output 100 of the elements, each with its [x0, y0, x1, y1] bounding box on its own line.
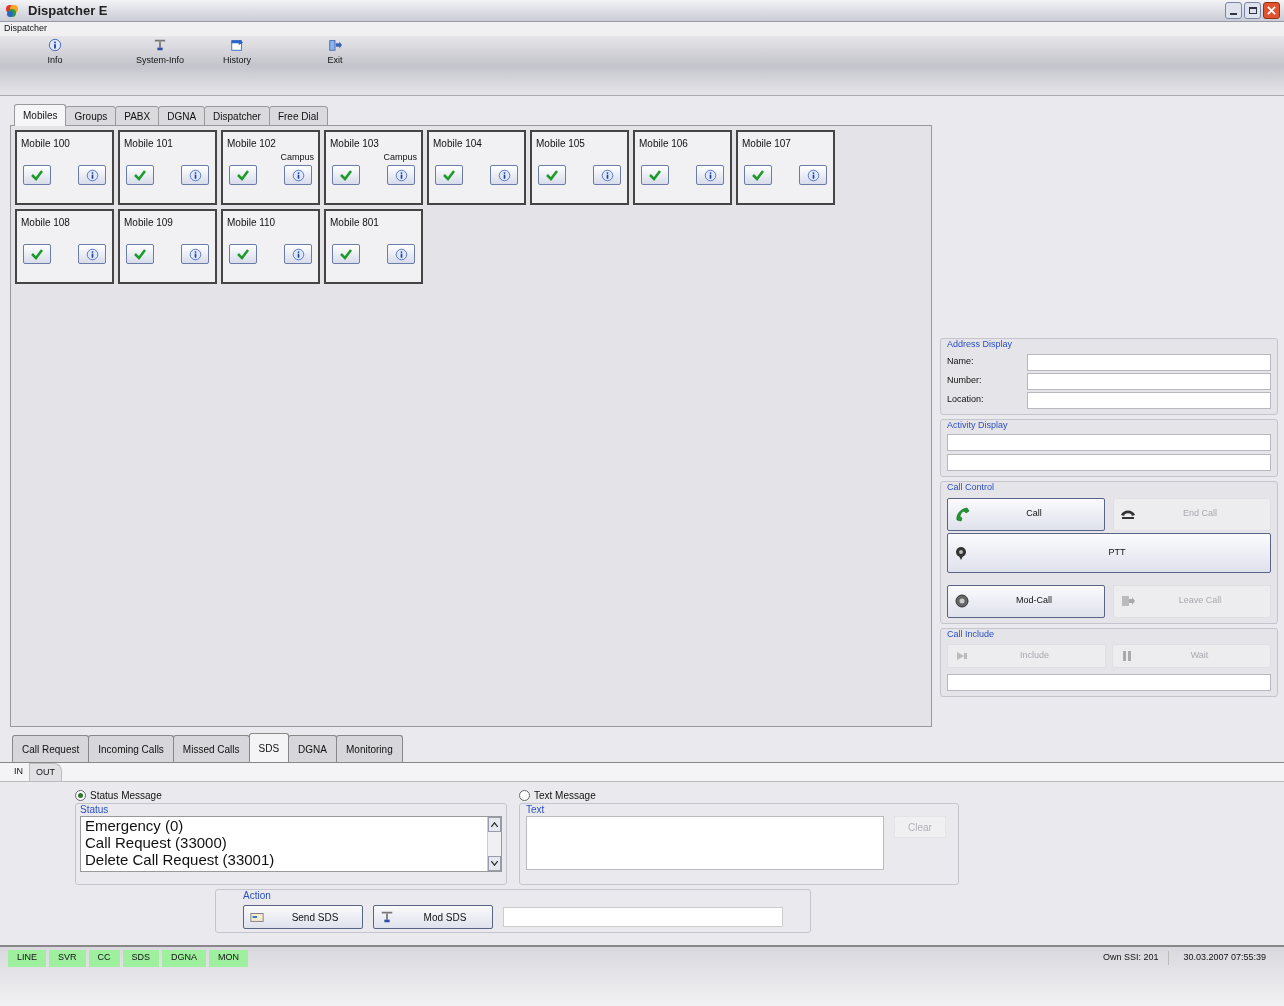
info-button[interactable]: [181, 165, 209, 185]
exit-icon: [1120, 593, 1136, 609]
tab[interactable]: Groups: [65, 106, 117, 126]
list-item[interactable]: Call Request (33000): [85, 834, 487, 851]
minimize-button[interactable]: [1225, 2, 1242, 19]
input-field[interactable]: [1027, 372, 1271, 390]
check-button[interactable]: [332, 244, 360, 264]
tab[interactable]: Mobiles: [14, 104, 67, 126]
tab[interactable]: SDS: [248, 733, 290, 762]
info-button[interactable]: [284, 244, 312, 264]
info-icon: [394, 168, 408, 182]
mobile-tile[interactable]: Mobile 801: [324, 209, 423, 284]
mobile-tile[interactable]: Mobile 107: [736, 130, 835, 205]
toolbar-button[interactable]: Exit: [327, 54, 343, 68]
mobile-tile[interactable]: Mobile 104: [427, 130, 526, 205]
input-field[interactable]: [947, 674, 1271, 691]
mobile-tile[interactable]: Mobile 108: [15, 209, 114, 284]
mobile-tile[interactable]: Mobile 105: [530, 130, 629, 205]
call-button[interactable]: Call: [947, 497, 1105, 531]
scroll-up-button[interactable]: [488, 817, 501, 832]
tab[interactable]: Dispatcher: [204, 106, 270, 126]
info-button[interactable]: [696, 165, 724, 185]
check-button[interactable]: [435, 165, 463, 185]
menu-item[interactable]: Dispatcher: [3, 22, 49, 36]
call-button[interactable]: PTT: [947, 532, 1271, 573]
tab[interactable]: DGNA: [158, 106, 206, 126]
tab[interactable]: IN: [8, 763, 29, 781]
mobile-tile[interactable]: Mobile 103 Campus: [324, 130, 423, 205]
tab[interactable]: DGNA: [288, 735, 337, 762]
check-button[interactable]: [126, 165, 154, 185]
input-field[interactable]: [1027, 391, 1271, 409]
check-button[interactable]: [229, 165, 257, 185]
tab[interactable]: Call Request: [12, 735, 90, 762]
list-item[interactable]: Emergency (0): [85, 817, 487, 834]
list-item[interactable]: Delete Call Request (33001): [85, 851, 487, 868]
check-button[interactable]: [744, 165, 772, 185]
checkmark-icon: [443, 169, 455, 181]
tab[interactable]: Incoming Calls: [88, 735, 174, 762]
info-button[interactable]: [284, 165, 312, 185]
status-indicator: MON: [209, 949, 249, 967]
sds-button[interactable]: Send SDS: [243, 905, 363, 929]
mobile-name: Mobile 102: [227, 137, 277, 151]
info-button[interactable]: [593, 165, 621, 185]
tab[interactable]: PABX: [115, 106, 160, 126]
status-indicator: LINE: [8, 949, 46, 967]
group-label: Address Display: [947, 338, 1014, 351]
input-field[interactable]: [1027, 353, 1271, 371]
info-button[interactable]: [387, 165, 415, 185]
toolbar-button[interactable]: History: [223, 54, 251, 68]
tab[interactable]: OUT: [29, 763, 62, 781]
tab[interactable]: Monitoring: [336, 735, 403, 762]
field-label: Location:: [947, 393, 985, 407]
status-list[interactable]: Emergency (0) Call Request (33000) Delete Call Request (33001): [80, 816, 502, 872]
input-field[interactable]: [503, 907, 783, 927]
info-button[interactable]: [490, 165, 518, 185]
radio-button[interactable]: [75, 789, 86, 801]
check-button[interactable]: [23, 244, 51, 264]
info-icon: [188, 168, 202, 182]
check-button[interactable]: [538, 165, 566, 185]
check-button[interactable]: [332, 165, 360, 185]
info-button[interactable]: [78, 165, 106, 185]
mobile-tile[interactable]: Mobile 106: [633, 130, 732, 205]
input-field[interactable]: [947, 454, 1271, 471]
check-button[interactable]: [126, 244, 154, 264]
mobile-name: Mobile 107: [742, 137, 792, 151]
check-button[interactable]: [641, 165, 669, 185]
input-field[interactable]: [947, 434, 1271, 451]
close-button[interactable]: [1263, 2, 1280, 19]
info-button[interactable]: [387, 244, 415, 264]
tab[interactable]: Missed Calls: [172, 735, 250, 762]
check-button[interactable]: [23, 165, 51, 185]
scroll-down-button[interactable]: [488, 856, 501, 871]
info-icon: [85, 247, 99, 261]
mobile-name: Mobile 106: [639, 137, 689, 151]
maximize-button[interactable]: [1244, 2, 1261, 19]
mobile-tile[interactable]: Mobile 100: [15, 130, 114, 205]
mobile-name: Mobile 104: [433, 137, 483, 151]
checkmark-icon: [340, 169, 352, 181]
text-field[interactable]: [526, 816, 884, 870]
tab[interactable]: Free Dial: [268, 106, 328, 126]
mobile-name: Mobile 110: [227, 216, 277, 230]
info-button[interactable]: [799, 165, 827, 185]
mobile-tile[interactable]: Mobile 101: [118, 130, 217, 205]
group-label: Call Include: [947, 627, 996, 641]
info-button[interactable]: [78, 244, 106, 264]
mobile-tile[interactable]: Mobile 109: [118, 209, 217, 284]
toolbar-button[interactable]: System-Info: [136, 54, 184, 68]
toolbar-button[interactable]: Info: [47, 54, 63, 68]
info-icon: [600, 168, 614, 182]
call-button[interactable]: Mod-Call: [947, 584, 1105, 618]
info-button[interactable]: [181, 244, 209, 264]
mobile-tile[interactable]: Mobile 110: [221, 209, 320, 284]
sds-button[interactable]: Mod SDS: [373, 905, 493, 929]
radio-button[interactable]: [519, 789, 530, 801]
mobile-tile[interactable]: Mobile 102 Campus: [221, 130, 320, 205]
info-icon: [48, 38, 62, 52]
check-button[interactable]: [229, 244, 257, 264]
status-indicator: DGNA: [162, 949, 207, 967]
mobile-name: Mobile 801: [330, 216, 380, 230]
group-label: Status: [80, 804, 110, 816]
